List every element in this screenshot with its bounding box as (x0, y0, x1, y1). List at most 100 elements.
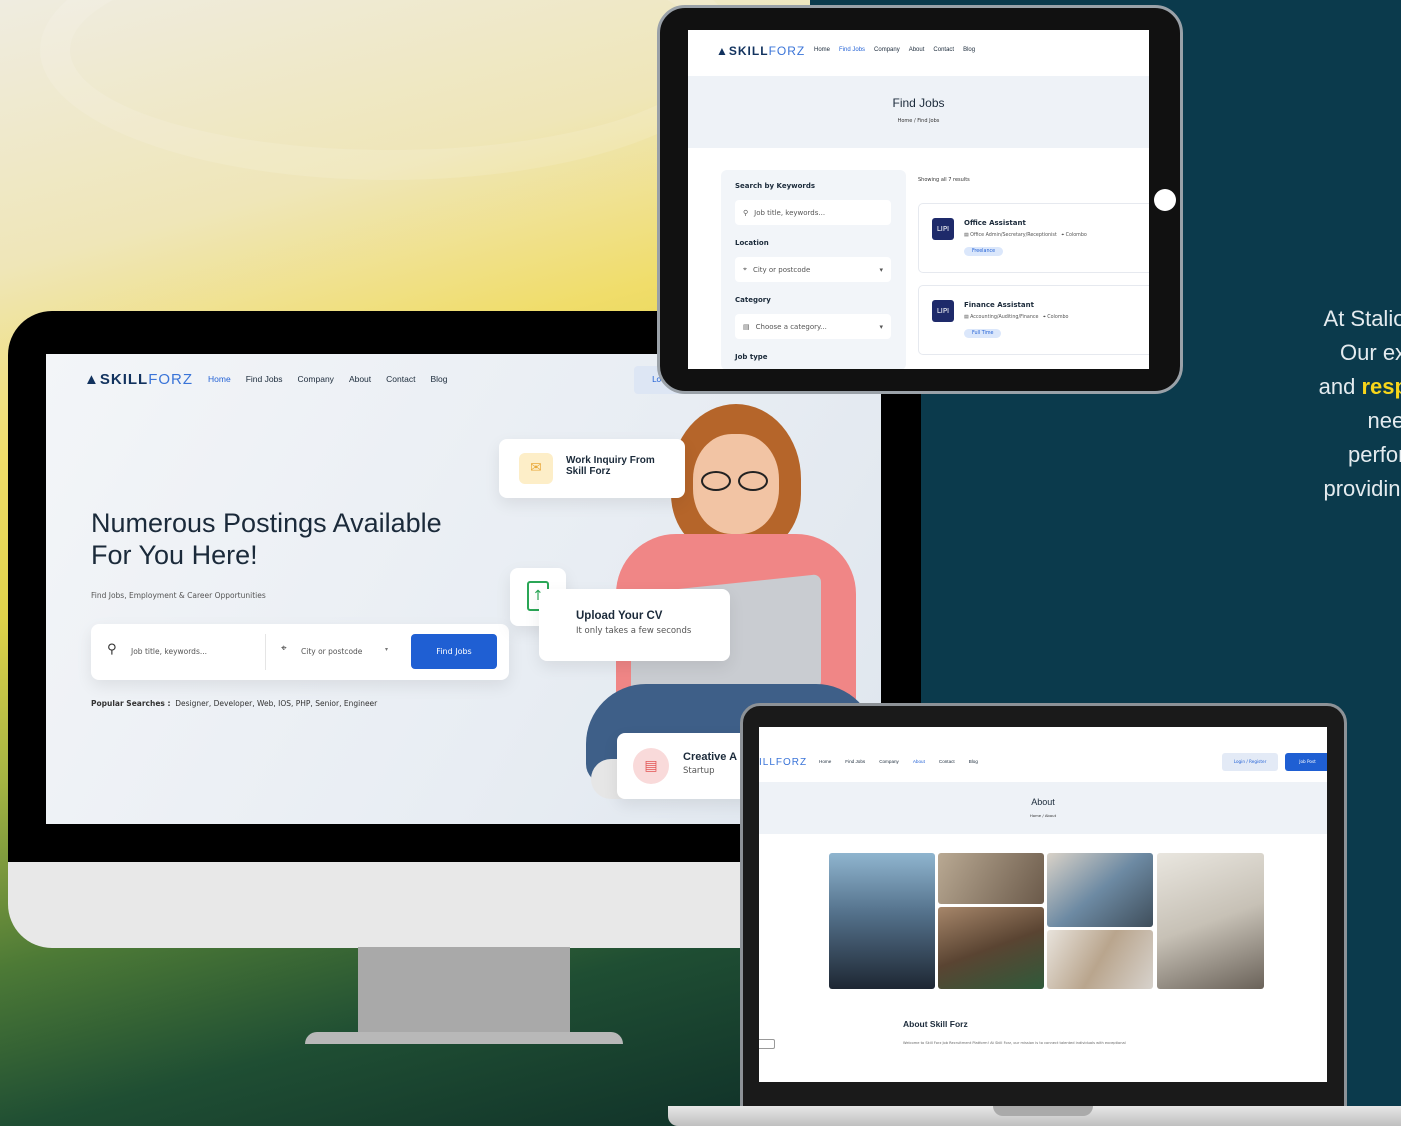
logo-forz: FORZ (148, 371, 194, 388)
nav-blog[interactable]: Blog (969, 759, 978, 764)
upload-cv-subtitle: It only takes a few seconds (576, 626, 692, 636)
briefcase-icon: ▤ (633, 748, 669, 784)
nav-about[interactable]: About (909, 47, 925, 53)
tablet-home-button (1154, 189, 1176, 211)
nav-blog[interactable]: Blog (963, 47, 975, 53)
site-logo[interactable]: ILLFORZ (759, 757, 807, 768)
upload-cv-card[interactable]: Upload Your CV It only takes a few secon… (539, 589, 730, 661)
about-section-title: About Skill Forz (903, 1019, 968, 1029)
find-jobs-button[interactable]: Find Jobs (411, 634, 497, 669)
work-inquiry-text: Work Inquiry From Skill Forz (566, 455, 655, 477)
nav-about[interactable]: About (913, 759, 925, 764)
about-photo-5 (1047, 930, 1153, 989)
laptop-notch (993, 1106, 1093, 1116)
mail-icon: ✉ (519, 453, 553, 484)
job-title[interactable]: Finance Assistant (964, 301, 1034, 309)
marketing-line: performa (1347, 442, 1401, 467)
breadcrumb-home[interactable]: Home (898, 118, 913, 124)
nav-blog[interactable]: Blog (430, 374, 447, 384)
keyword-input[interactable]: Job title, keywords... (131, 647, 251, 656)
nav-contact[interactable]: Contact (933, 47, 954, 53)
job-meta: ▤ Accounting/Auditing/Finance ⌖ Colombo (964, 314, 1068, 320)
search-divider (265, 634, 266, 670)
nav-company[interactable]: Company (879, 759, 899, 764)
filter-keywords-input[interactable]: ⚲ Job title, keywords... (735, 200, 891, 225)
search-icon: ⚲ (743, 208, 749, 217)
creative-title: Creative A (683, 751, 738, 763)
creative-subtitle: Startup (683, 766, 715, 776)
popular-searches: Popular Searches : Designer, Developer, … (91, 699, 377, 708)
laptop-page-banner: About Home / About (759, 782, 1327, 834)
tablet-nav: Home Find Jobs Company About Contact Blog (814, 47, 984, 53)
site-logo[interactable]: ▲SKILLFORZ (716, 44, 805, 58)
job-card[interactable]: LIPI Office Assistant ▤ Office Admin/Sec… (918, 203, 1149, 273)
nav-find-jobs[interactable]: Find Jobs (839, 47, 865, 53)
job-card[interactable]: LIPI Finance Assistant ▤ Accounting/Audi… (918, 285, 1149, 355)
logo-partial: ILLFORZ (759, 757, 808, 768)
login-register-button[interactable]: Login / Register (1222, 753, 1278, 771)
about-photo-6 (1157, 853, 1264, 989)
nav-home[interactable]: Home (814, 47, 830, 53)
hero-title: Numerous Postings Available For You Here… (91, 507, 442, 571)
popular-items[interactable]: Designer, Developer, Web, IOS, PHP, Seni… (175, 699, 377, 708)
partial-select[interactable] (759, 1039, 775, 1049)
nav-about[interactable]: About (349, 374, 371, 384)
marketing-highlight: responsiv (1361, 374, 1401, 399)
nav-find-jobs[interactable]: Find Jobs (246, 374, 283, 384)
work-inquiry-card: ✉ Work Inquiry From Skill Forz (499, 439, 685, 498)
breadcrumb-current: / Find Jobs (913, 118, 940, 124)
nav-company[interactable]: Company (298, 374, 334, 384)
search-icon: ⚲ (107, 642, 117, 657)
location-input[interactable]: City or postcode (301, 647, 396, 656)
nav-company[interactable]: Company (874, 47, 900, 53)
glasses-left (701, 471, 731, 491)
nav-home[interactable]: Home (819, 759, 831, 764)
about-section-text: Welcome to Skill Forz Job Recruitment Pl… (903, 1041, 1126, 1045)
results-count: Showing all 7 results (918, 177, 970, 183)
filter-category-select[interactable]: ▤ Choose a category... ▾ (735, 314, 891, 339)
chevron-down-icon: ▾ (879, 265, 883, 274)
chevron-down-icon: ▾ (385, 646, 389, 653)
laptop-nav: Home Find Jobs Company About Contact Blog (819, 759, 992, 764)
hero-search-bar: ⚲ Job title, keywords... ⌖ City or postc… (91, 624, 509, 680)
about-photo-3 (938, 907, 1044, 989)
about-photo-1 (829, 853, 935, 989)
filter-location-label: Location (735, 239, 769, 247)
monitor-stand-neck (358, 947, 570, 1037)
page-title: Find Jobs (892, 96, 945, 110)
job-location: Colombo (1047, 315, 1069, 320)
laptop-screen: ILLFORZ Home Find Jobs Company About Contact… (759, 727, 1327, 1082)
job-title[interactable]: Office Assistant (964, 219, 1026, 227)
marketing-line: and responsiv (1222, 370, 1401, 404)
marketing-line: At Stalione Gr (1323, 306, 1401, 331)
nav-contact[interactable]: Contact (386, 374, 415, 384)
filter-keywords-label: Search by Keywords (735, 182, 816, 190)
upload-cv-title: Upload Your CV (576, 610, 663, 622)
card-subtitle: Skill Forz (566, 466, 611, 477)
logo-skill: SKILL (99, 371, 149, 388)
breadcrumb: Home / Find Jobs (688, 118, 1149, 124)
site-logo[interactable]: ▲SKILLFORZ (84, 371, 193, 388)
nav-find-jobs[interactable]: Find Jobs (845, 759, 865, 764)
filter-location-select[interactable]: ⌖ City or postcode ▾ (735, 257, 891, 282)
nav-contact[interactable]: Contact (939, 759, 955, 764)
marketing-line: Our expert (1340, 340, 1401, 365)
job-type-badge: Freelance (964, 247, 1004, 256)
breadcrumb: Home / About (1029, 813, 1057, 818)
nav-home[interactable]: Home (208, 374, 231, 384)
card-title: Work Inquiry From (566, 455, 655, 466)
job-type-badge: Full Time (964, 329, 1002, 338)
main-nav: Home Find Jobs Company About Contact Blog (208, 374, 462, 384)
about-photo-2 (938, 853, 1044, 904)
briefcase-icon: ▤ (743, 322, 750, 331)
about-photo-4 (1047, 853, 1153, 927)
job-post-button[interactable]: Job Post (1285, 753, 1327, 771)
tablet-page-banner: Find Jobs Home / Find Jobs (688, 76, 1149, 148)
filter-panel: Search by Keywords ⚲ Job title, keywords.… (721, 170, 906, 369)
popular-label: Popular Searches : (91, 699, 171, 708)
location-pin-icon: ⌖ (281, 643, 287, 654)
tablet-header: ▲SKILLFORZ Home Find Jobs Company About Cont… (688, 30, 1149, 76)
tablet-screen: ▲SKILLFORZ Home Find Jobs Company About Cont… (688, 30, 1149, 369)
location-pin-icon: ⌖ (743, 265, 747, 273)
hero-subtitle: Find Jobs, Employment & Career Opportuni… (91, 591, 266, 600)
